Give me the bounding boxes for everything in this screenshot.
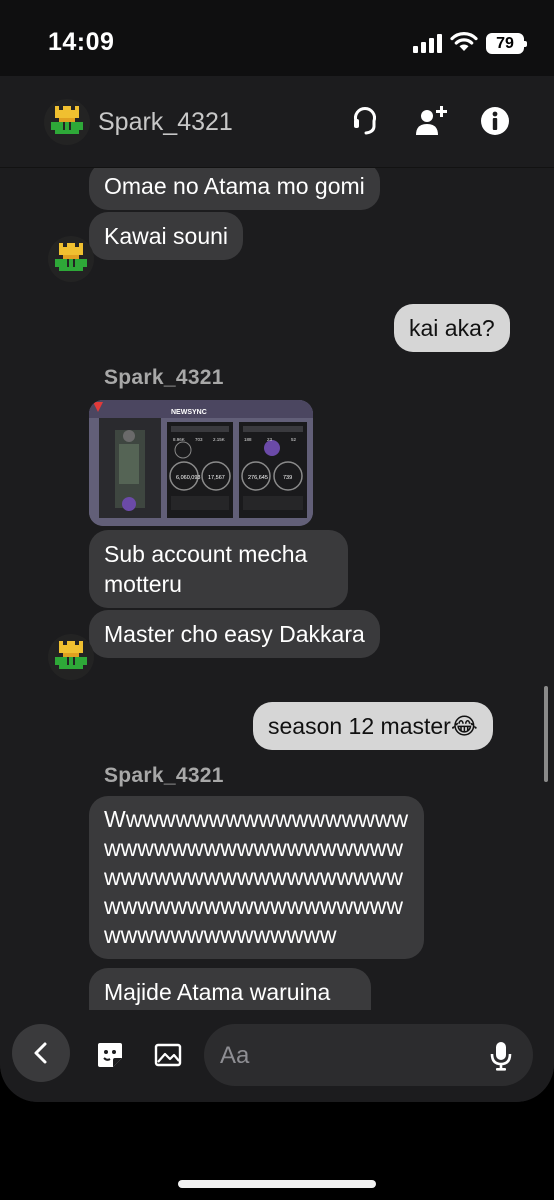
sticker-icon[interactable] — [95, 1040, 125, 1070]
battery-level: 79 — [486, 33, 527, 54]
flower-icon — [55, 243, 87, 271]
svg-text:276,645: 276,645 — [248, 475, 268, 481]
svg-text:703: 703 — [195, 437, 203, 442]
status-bar: 14:09 79 — [0, 0, 554, 76]
message-list[interactable]: Omae no Atama mo gomi Kawai souni kai ak… — [0, 168, 554, 1010]
svg-text:17,567: 17,567 — [208, 475, 225, 481]
home-indicator[interactable] — [178, 1180, 376, 1188]
sender-avatar[interactable] — [48, 236, 94, 282]
message-bubble-outgoing[interactable]: kai aka? — [394, 304, 510, 352]
svg-text:2.15K: 2.15K — [213, 437, 225, 442]
gallery-icon[interactable] — [153, 1040, 183, 1070]
message-bubble-incoming[interactable]: Omae no Atama mo gomi — [89, 168, 380, 210]
message-input-placeholder: Aa — [220, 1042, 250, 1069]
svg-text:52: 52 — [291, 437, 297, 442]
info-icon[interactable] — [478, 104, 512, 138]
message-bubble-incoming[interactable]: Sub account mecha motteru — [89, 530, 348, 608]
message-bubble-incoming[interactable]: Master cho easy Dakkara — [89, 610, 380, 658]
contact-avatar[interactable] — [44, 99, 90, 145]
sender-avatar[interactable] — [48, 634, 94, 680]
message-bubble-outgoing[interactable]: season 12 master😂 — [253, 702, 493, 750]
sender-name: Spark_4321 — [104, 366, 224, 389]
voice-call-icon[interactable] — [348, 104, 382, 138]
svg-text:6,060,093: 6,060,093 — [176, 475, 200, 481]
chat-screen: 14:09 79 Spark_4321 Omae no Atama mo gom… — [0, 0, 554, 1102]
status-time: 14:09 — [48, 28, 115, 56]
microphone-icon[interactable] — [489, 1040, 513, 1072]
message-bubble-incoming[interactable]: Majide Atama waruina omae — [89, 968, 371, 1010]
wifi-icon — [450, 32, 478, 51]
message-bubble-incoming[interactable]: Wwwwwwwwwwwwwwwwwwwwwwwwwwwwwwwwwwwwwwww… — [89, 796, 424, 959]
chevron-left-icon — [34, 1042, 47, 1064]
svg-text:739: 739 — [283, 475, 292, 481]
back-button[interactable] — [12, 1024, 70, 1082]
contact-name[interactable]: Spark_4321 — [98, 108, 233, 137]
cellular-signal-icon — [413, 33, 443, 53]
svg-text:NEWSYNC: NEWSYNC — [171, 409, 207, 416]
sender-name: Spark_4321 — [104, 764, 224, 787]
scrollbar[interactable] — [544, 686, 548, 782]
message-input[interactable]: Aa — [204, 1024, 533, 1086]
chat-header: Spark_4321 — [0, 76, 554, 168]
svg-text:188: 188 — [244, 437, 252, 442]
flower-icon — [51, 106, 83, 134]
shared-image[interactable]: NEWSYNC 6,060,093 17,567 8.96K 703 2.15K… — [89, 400, 313, 526]
svg-text:23: 23 — [267, 437, 273, 442]
message-bubble-incoming[interactable]: Kawai souni — [89, 212, 244, 260]
add-person-icon[interactable] — [414, 104, 448, 138]
svg-text:8.96K: 8.96K — [173, 437, 185, 442]
flower-icon — [55, 641, 87, 669]
composer-bar: Aa — [0, 1010, 554, 1102]
